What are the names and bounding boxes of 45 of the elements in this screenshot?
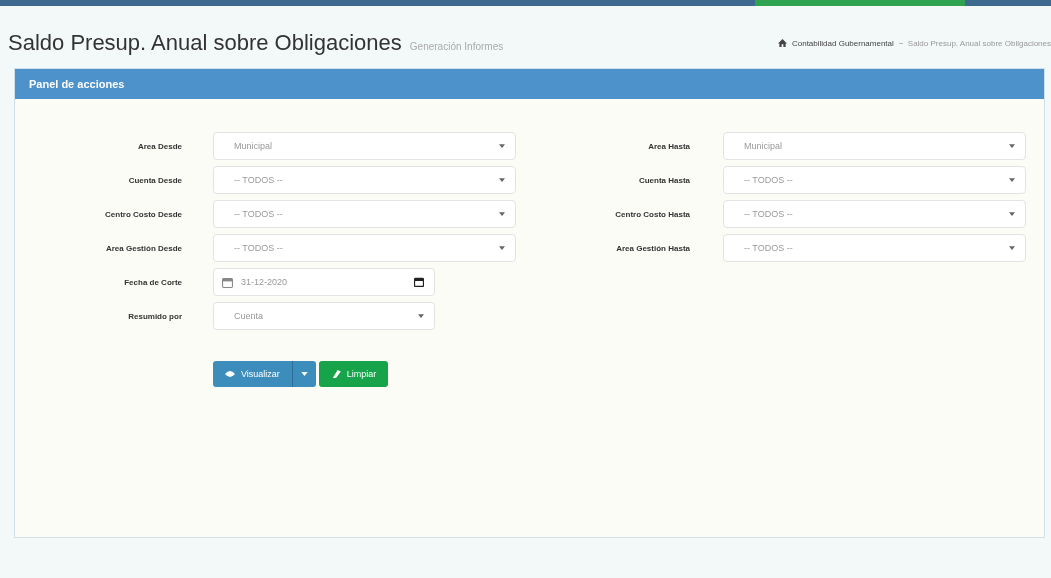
select-field[interactable]: Municipal bbox=[723, 132, 1026, 160]
field-label: Area Desde bbox=[136, 141, 182, 151]
select-field[interactable]: -- TODOS -- bbox=[213, 166, 516, 194]
eraser-icon bbox=[330, 370, 341, 378]
caret-icon bbox=[1009, 178, 1015, 182]
date-value: 31-12-2020 bbox=[241, 277, 288, 287]
caret-icon bbox=[1009, 144, 1015, 148]
breadcrumb-link[interactable]: Saldo Presup. Anual sobre Obligaciones bbox=[907, 38, 1051, 48]
field-label: Resumido por bbox=[127, 311, 182, 321]
page-title: Saldo Presup. Anual sobre Obligaciones bbox=[8, 30, 402, 56]
home-icon bbox=[777, 39, 787, 47]
caret-icon bbox=[1009, 246, 1015, 250]
breadcrumb-link[interactable]: Contabilidad Gubernamental bbox=[791, 38, 894, 48]
field-label: Centro Costo Desde bbox=[104, 209, 182, 219]
select-field[interactable]: Municipal bbox=[213, 132, 516, 160]
field-label: Area Gestión Hasta bbox=[615, 243, 690, 253]
select-field[interactable]: -- TODOS -- bbox=[723, 166, 1026, 194]
calendar-icon bbox=[222, 276, 233, 288]
visualize-button[interactable]: Visualizar bbox=[213, 361, 292, 387]
select-field[interactable]: -- TODOS -- bbox=[213, 234, 516, 262]
dropdown-toggle[interactable] bbox=[291, 361, 316, 387]
caret-icon bbox=[499, 144, 505, 148]
field-label: Area Hasta bbox=[647, 141, 690, 151]
caret-icon bbox=[418, 314, 424, 318]
field-label: Fecha de Corte bbox=[123, 277, 182, 287]
caret-icon bbox=[499, 212, 505, 216]
caret-icon bbox=[300, 372, 308, 376]
field-label: Cuenta Desde bbox=[127, 175, 182, 185]
field-label: Cuenta Hasta bbox=[637, 175, 690, 185]
select-field[interactable]: -- TODOS -- bbox=[723, 200, 1026, 228]
panel-title: Panel de acciones bbox=[29, 78, 125, 90]
select-field[interactable]: -- TODOS -- bbox=[723, 234, 1026, 262]
field-label: Centro Costo Hasta bbox=[614, 209, 690, 219]
clear-button[interactable]: Limpiar bbox=[318, 361, 389, 387]
breadcrumb-separator bbox=[898, 42, 903, 44]
select-field[interactable]: Cuenta bbox=[213, 302, 435, 330]
calendar-icon[interactable] bbox=[414, 277, 424, 287]
date-field[interactable]: 31-12-2020 bbox=[213, 268, 435, 296]
page-subtitle: Generación Informes bbox=[409, 41, 504, 52]
caret-icon bbox=[499, 178, 505, 182]
caret-icon bbox=[499, 246, 505, 250]
field-label: Area Gestión Desde bbox=[104, 243, 182, 253]
caret-icon bbox=[1009, 212, 1015, 216]
select-field[interactable]: -- TODOS -- bbox=[213, 200, 516, 228]
eye-icon bbox=[225, 370, 235, 378]
